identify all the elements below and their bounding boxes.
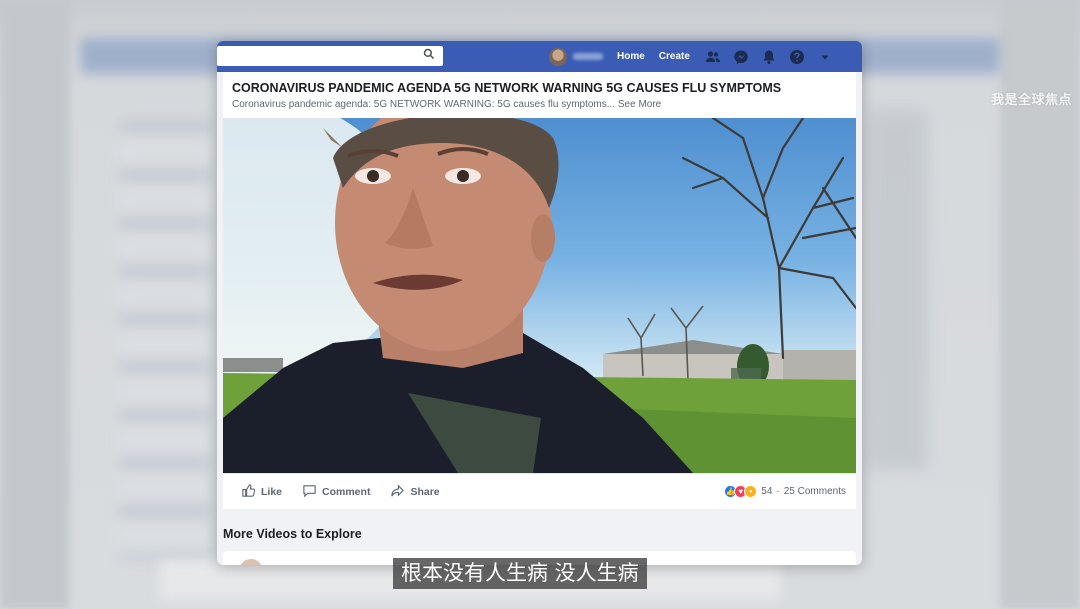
- comments-count-link[interactable]: 25 Comments: [784, 486, 846, 497]
- profile-avatar[interactable]: [549, 47, 567, 66]
- search-icon[interactable]: [423, 47, 435, 65]
- like-button[interactable]: Like: [241, 483, 282, 501]
- background-edge-left: [0, 0, 70, 609]
- post-actions: Like Comment Share 👍 ♥ • 54 · 25 Comment…: [223, 473, 856, 509]
- post-description: Coronavirus pandemic agenda: 5G NETWORK …: [232, 99, 661, 110]
- comment-button[interactable]: Comment: [302, 483, 370, 501]
- share-icon: [390, 483, 410, 501]
- reaction-count: 54: [761, 486, 773, 497]
- video-player[interactable]: [223, 118, 856, 473]
- facebook-window: Home Create CORONAVIRUS PANDEMIC AGENDA …: [217, 41, 862, 565]
- like-icon: [241, 483, 261, 501]
- wow-reaction-icon: •: [744, 485, 758, 498]
- caret-down-icon[interactable]: [816, 48, 834, 66]
- channel-watermark: 我是全球焦点: [990, 93, 1072, 108]
- background-sidebar-blur: [120, 120, 210, 560]
- friends-icon[interactable]: [704, 48, 722, 66]
- share-label: Share: [410, 485, 440, 498]
- home-link[interactable]: Home: [617, 51, 645, 62]
- like-label: Like: [261, 485, 283, 498]
- top-navbar: Home Create: [217, 41, 862, 72]
- post-title[interactable]: CORONAVIRUS PANDEMIC AGENDA 5G NETWORK W…: [232, 81, 781, 95]
- create-link[interactable]: Create: [659, 51, 690, 62]
- separator-dot: ·: [776, 486, 780, 497]
- more-videos-heading: More Videos to Explore: [223, 527, 362, 541]
- post-description-text: Coronavirus pandemic agenda: 5G NETWORK …: [232, 99, 616, 110]
- background-rightbar-blur: [868, 110, 928, 470]
- bell-icon[interactable]: [760, 48, 778, 66]
- video-subtitle: 根本没有人生病 没人生病: [393, 558, 647, 589]
- comment-label: Comment: [322, 485, 371, 498]
- next-video-avatar: [239, 559, 263, 565]
- navbar-right: Home Create: [549, 41, 844, 72]
- profile-name-blurred[interactable]: [573, 53, 603, 60]
- reactions-summary[interactable]: 👍 ♥ • 54 · 25 Comments: [724, 485, 846, 498]
- comment-icon: [302, 483, 322, 501]
- messenger-icon[interactable]: [732, 48, 750, 66]
- share-button[interactable]: Share: [390, 483, 440, 501]
- see-more-link[interactable]: See More: [618, 99, 661, 110]
- help-icon[interactable]: [788, 48, 806, 66]
- video-frame: [223, 118, 856, 473]
- video-post: CORONAVIRUS PANDEMIC AGENDA 5G NETWORK W…: [223, 72, 856, 509]
- search-input[interactable]: [217, 46, 443, 66]
